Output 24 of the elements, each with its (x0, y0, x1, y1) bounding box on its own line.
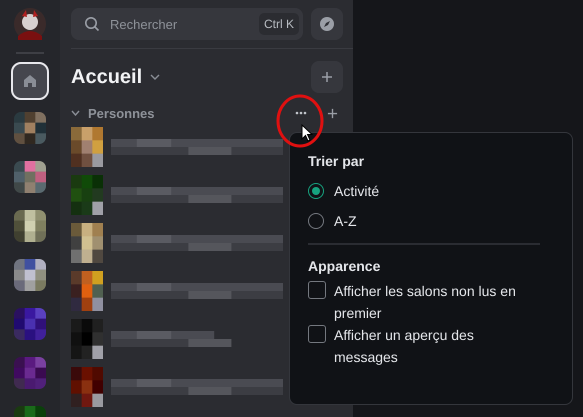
cursor-icon (301, 124, 313, 143)
explore-button[interactable] (311, 8, 343, 40)
checkbox-option[interactable]: Afficher un aperçu des messages (308, 324, 554, 368)
home-title-button[interactable]: Accueil (71, 66, 160, 88)
home-button[interactable] (11, 62, 49, 100)
search-icon (84, 16, 100, 32)
radio-option[interactable]: A-Z (308, 213, 357, 229)
plus-icon (321, 71, 333, 83)
search-bar[interactable]: Rechercher Ctrl K (71, 8, 303, 40)
radio-option[interactable]: Activité (308, 183, 380, 199)
section-header[interactable]: Personnes (71, 106, 291, 120)
add-button[interactable] (311, 61, 343, 93)
checkbox-option[interactable]: Afficher les salons non lus en premier (308, 280, 554, 324)
search-input[interactable]: Rechercher (110, 16, 249, 32)
user-avatar[interactable] (14, 8, 46, 40)
compass-icon (319, 16, 335, 32)
menu-heading: Apparence (308, 258, 382, 274)
keyboard-shortcut: Ctrl K (259, 13, 299, 35)
menu-heading: Trier par (308, 153, 366, 169)
home-icon (23, 74, 37, 88)
more-icon (295, 111, 307, 115)
annotation-circle (275, 93, 325, 149)
chevron-down-icon (150, 74, 160, 80)
plus-icon (327, 108, 338, 118)
